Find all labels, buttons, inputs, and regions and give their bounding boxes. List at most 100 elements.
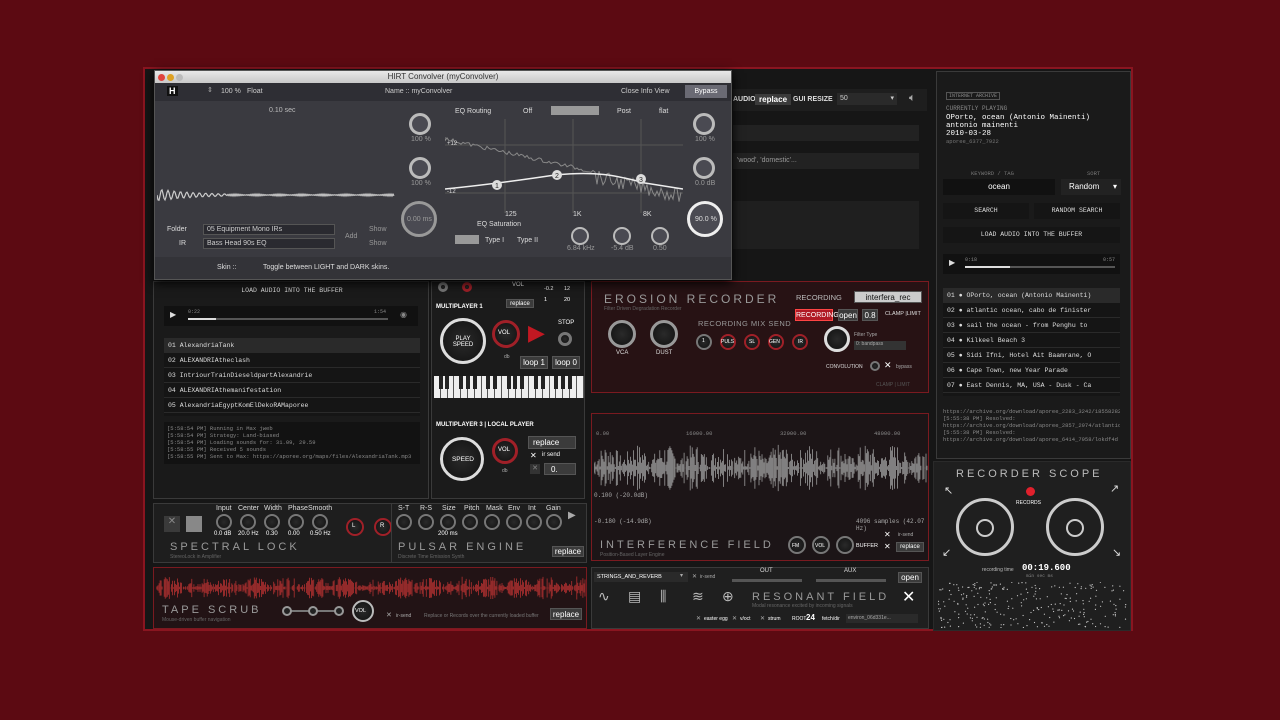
close-icon[interactable]: ✕ <box>530 464 540 474</box>
stop-knob[interactable] <box>558 332 572 346</box>
mp-top-knob-1[interactable] <box>438 282 448 292</box>
plugin-knob-5[interactable] <box>693 157 715 179</box>
list-item[interactable]: 07 ● East Dennis, MA, USA - Dusk - Ca <box>943 378 1120 393</box>
piano-black-key[interactable] <box>561 376 565 389</box>
zoom-level[interactable]: 100 % <box>221 88 241 95</box>
gui-resize-select[interactable]: 50 ▾ <box>837 93 897 105</box>
phase-knob[interactable] <box>288 514 304 530</box>
show-ir-button[interactable]: Show <box>369 240 387 247</box>
random-search-button[interactable]: RANDOM SEARCH <box>1034 203 1120 219</box>
piano-black-key[interactable] <box>493 376 497 389</box>
top-field-1[interactable] <box>733 125 919 141</box>
dust-knob[interactable] <box>650 320 678 348</box>
int-knob[interactable] <box>526 514 542 530</box>
close-icon[interactable]: ✕ <box>732 615 737 622</box>
top-replace-button[interactable]: replace <box>755 94 792 105</box>
piano-black-key[interactable] <box>506 376 511 389</box>
loop-0-button[interactable]: loop 0 <box>552 356 580 369</box>
wave-icon[interactable]: ≋ <box>692 588 704 605</box>
environ-select[interactable]: environ_06d331e... <box>846 614 918 623</box>
piano-black-key[interactable] <box>486 376 491 389</box>
erosion-value[interactable]: 0.8 <box>862 309 878 321</box>
query-field[interactable]: 'wood', 'domestic'... <box>733 153 919 169</box>
list-item[interactable]: 02 ● atlantic ocean, cabo de finister <box>943 303 1120 318</box>
plugin-titlebar[interactable]: HIRT Convolver (myConvolver) <box>155 71 731 83</box>
list-item[interactable]: 02 ALEXANDRIAtheclash <box>164 353 420 368</box>
recording-file-field[interactable]: interfera_rec <box>854 291 922 303</box>
volume-icon[interactable]: ◉ <box>400 310 407 319</box>
list-item[interactable]: 03 IntriourTrainDieseldpartAlexandrie <box>164 368 420 383</box>
plugin-knob-1[interactable] <box>409 113 431 135</box>
list-item[interactable]: 06 ● Cape Town, new Year Parade <box>943 363 1120 378</box>
input-knob[interactable] <box>216 514 232 530</box>
tape-replace-button[interactable]: replace <box>550 608 582 620</box>
width-knob[interactable] <box>264 514 280 530</box>
piano-white-key[interactable] <box>577 376 584 398</box>
close-icon[interactable]: ✕ <box>164 516 180 532</box>
recording-button[interactable]: RECORDING <box>795 309 839 321</box>
filter-knob[interactable] <box>824 326 850 352</box>
string-icon[interactable]: ▤ <box>628 588 641 605</box>
sine-wave-icon[interactable]: ∿ <box>598 588 610 605</box>
left-seek-track[interactable] <box>188 318 388 320</box>
ir-select[interactable]: Bass Head 90s EQ <box>203 238 335 249</box>
updown-arrows-icon[interactable]: ⇕ <box>207 86 213 94</box>
add-button[interactable]: Add <box>345 233 357 240</box>
zoom-window-icon[interactable] <box>176 74 183 81</box>
interference-replace-button[interactable]: replace <box>896 542 924 552</box>
float-mode[interactable]: Float <box>247 88 263 95</box>
plugin-knob-4[interactable] <box>693 113 715 135</box>
piano-black-key[interactable] <box>472 376 477 389</box>
eq-freq-knob[interactable] <box>571 227 589 245</box>
piano-black-key[interactable] <box>459 376 463 389</box>
size-knob[interactable] <box>440 514 456 530</box>
buffer-knob[interactable] <box>836 536 854 554</box>
st-knob[interactable] <box>396 514 412 530</box>
close-icon[interactable]: ✕ <box>760 615 765 622</box>
preset-select[interactable]: STRINGS_AND_REVERB <box>594 572 688 582</box>
scrub-handle-right[interactable] <box>334 606 344 616</box>
close-icon[interactable]: ✕ <box>530 451 537 460</box>
close-icon[interactable]: ✕ <box>884 542 891 551</box>
close-icon[interactable]: ✕ <box>696 615 701 622</box>
resonant-open-button[interactable]: open <box>898 572 922 583</box>
mp-top-knob-2[interactable] <box>462 282 472 292</box>
close-icon[interactable]: ✕ <box>692 573 697 580</box>
interference-waveform[interactable] <box>594 440 928 496</box>
piano-black-key[interactable] <box>445 376 450 389</box>
spectral-toggle[interactable] <box>186 516 202 532</box>
search-button[interactable]: SEARCH <box>943 203 1029 219</box>
eq-post-label[interactable]: Post <box>617 108 631 115</box>
piano-black-key[interactable] <box>554 376 559 389</box>
piano-black-key[interactable] <box>520 376 525 389</box>
piano-black-key[interactable] <box>567 376 572 389</box>
pulsar-replace-button[interactable]: replace <box>552 546 584 557</box>
list-item[interactable]: 04 ● Kilkeel Beach 3 <box>943 333 1120 348</box>
erosion-open-button[interactable]: open <box>838 309 858 321</box>
pitch-knob[interactable] <box>462 514 478 530</box>
scrub-handle-center[interactable] <box>308 606 318 616</box>
smooth-knob[interactable] <box>312 514 328 530</box>
eq-routing-slider[interactable] <box>551 106 599 115</box>
minimize-window-icon[interactable] <box>167 74 174 81</box>
filter-type-select[interactable]: 0: bandpass <box>854 341 906 350</box>
bars-icon[interactable]: ⫼ <box>660 588 666 605</box>
list-item[interactable]: 01 ● OPorto, ocean (Antonio Mainenti) <box>943 288 1120 303</box>
folder-select[interactable]: 05 Equipment Mono IRs <box>203 224 335 235</box>
scrub-handle-left[interactable] <box>282 606 292 616</box>
piano-black-key[interactable] <box>465 376 470 389</box>
list-item[interactable]: 04 ALEXANDRIAthemanifestation <box>164 383 420 398</box>
gain-knob[interactable] <box>546 514 562 530</box>
root-value[interactable]: 24 <box>806 613 815 622</box>
mp3-value-field[interactable]: 0. <box>544 463 576 475</box>
env-knob[interactable] <box>506 514 522 530</box>
eq-gain-knob[interactable] <box>613 227 631 245</box>
close-window-icon[interactable] <box>158 74 165 81</box>
play-icon[interactable]: ▶ <box>528 320 545 346</box>
center-knob[interactable] <box>240 514 256 530</box>
play-icon[interactable]: ▶ <box>568 510 576 521</box>
list-item[interactable]: 05 AlexandriaEgyptKomElDekoRAMaporee <box>164 398 420 413</box>
show-folder-button[interactable]: Show <box>369 226 387 233</box>
type-2-option[interactable]: Type II <box>517 237 538 244</box>
left-load-button[interactable]: LOAD AUDIO INTO THE BUFFER <box>164 284 420 298</box>
